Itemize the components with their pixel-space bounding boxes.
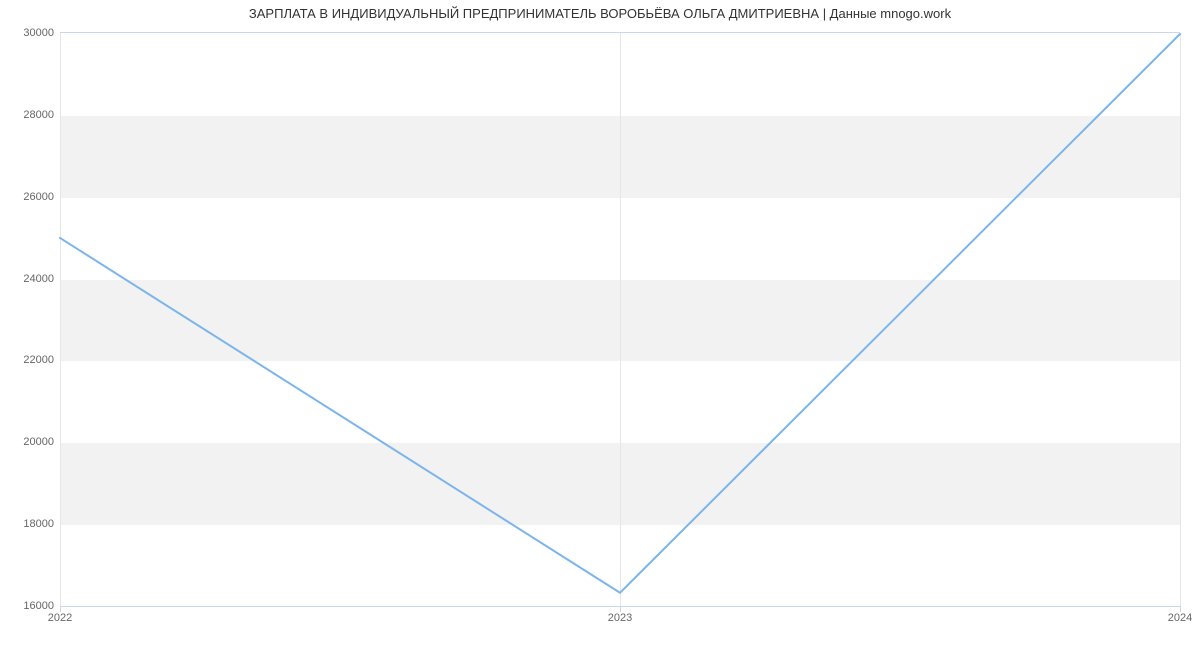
plot-area [60,32,1180,607]
x-axis-label: 2023 [608,612,632,624]
x-axis-label: 2022 [48,612,72,624]
y-axis-label: 28000 [4,109,54,121]
x-gridline [1180,33,1181,606]
y-axis-label: 26000 [4,191,54,203]
chart-container: ЗАРПЛАТА В ИНДИВИДУАЛЬНЫЙ ПРЕДПРИНИМАТЕЛ… [0,0,1200,650]
y-axis-label: 30000 [4,27,54,39]
chart-title: ЗАРПЛАТА В ИНДИВИДУАЛЬНЫЙ ПРЕДПРИНИМАТЕЛ… [0,6,1200,21]
y-axis-label: 22000 [4,354,54,366]
data-line [60,33,1180,606]
y-axis-label: 24000 [4,273,54,285]
x-axis-label: 2024 [1168,612,1192,624]
y-axis-label: 18000 [4,518,54,530]
y-axis-label: 20000 [4,436,54,448]
y-axis-label: 16000 [4,600,54,612]
